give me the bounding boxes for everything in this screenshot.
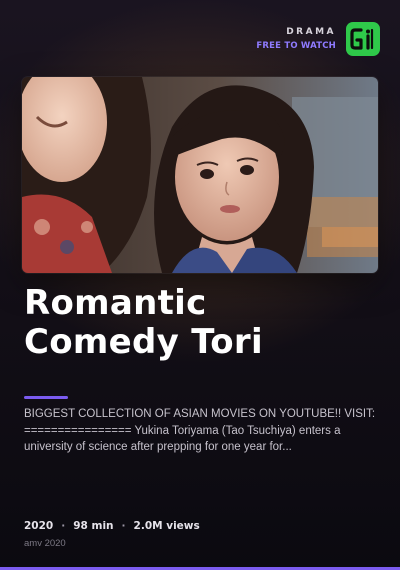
gi-logo-icon xyxy=(346,22,380,56)
separator-dot: · xyxy=(61,520,66,532)
badge-text: DRAMA FREE TO WATCH xyxy=(256,27,336,51)
header-badge: DRAMA FREE TO WATCH xyxy=(256,22,380,56)
accent-divider xyxy=(24,396,68,399)
channel-name[interactable]: amv 2020 xyxy=(24,538,66,549)
duration-label: 98 min xyxy=(73,520,114,532)
video-description: BIGGEST COLLECTION OF ASIAN MOVIES ON YO… xyxy=(24,408,376,453)
video-title[interactable]: Romantic Comedy Tori xyxy=(24,284,364,362)
video-stats: 2020 · 98 min · 2.0M views xyxy=(24,520,200,532)
separator-dot: · xyxy=(121,520,126,532)
availability-label: FREE TO WATCH xyxy=(256,41,336,51)
video-thumbnail[interactable] xyxy=(22,77,378,273)
genre-label: DRAMA xyxy=(286,27,336,37)
views-label: 2.0M views xyxy=(133,520,200,532)
year-label: 2020 xyxy=(24,520,54,532)
movie-card[interactable]: DRAMA FREE TO WATCH Romantic Comedy Tori… xyxy=(0,0,400,570)
